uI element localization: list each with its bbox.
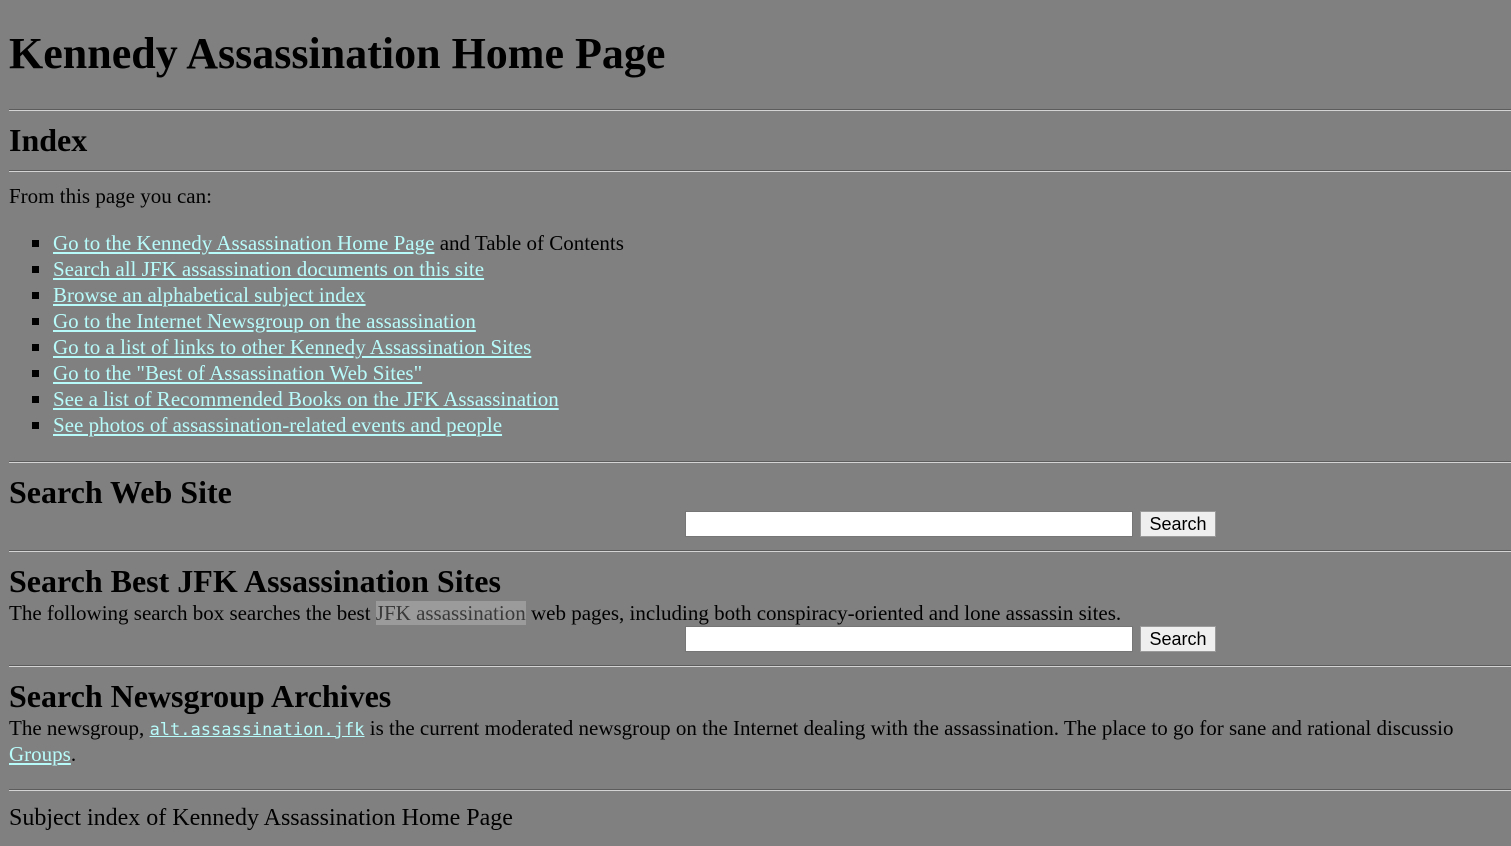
index-link-list: Go to the Kennedy Assassination Home Pag… [9, 230, 624, 438]
bullet-icon [32, 370, 39, 377]
bullet-icon [32, 266, 39, 273]
page-title: Kennedy Assassination Home Page [9, 29, 666, 78]
subject-index-caption: Subject index of Kennedy Assassination H… [9, 805, 513, 831]
description-text: The following search box searches the be… [9, 601, 376, 625]
newsgroup-continued: Groups. [9, 741, 76, 767]
link-suffix: and Table of Contents [434, 231, 624, 255]
index-intro: From this page you can: [9, 184, 212, 208]
list-item: Go to the Kennedy Assassination Home Pag… [9, 230, 624, 256]
list-item: See a list of Recommended Books on the J… [9, 386, 624, 412]
newsgroup-heading: Search Newsgroup Archives [9, 678, 392, 714]
divider [9, 665, 1511, 667]
bullet-icon [32, 422, 39, 429]
divider [9, 461, 1511, 463]
search-best-input[interactable] [685, 626, 1133, 652]
list-item: Search all JFK assassination documents o… [9, 256, 624, 282]
newsgroup-text: The newsgroup, [9, 716, 150, 740]
divider [9, 109, 1511, 111]
search-site-input[interactable] [685, 511, 1133, 537]
bullet-icon [32, 240, 39, 247]
search-best-button[interactable]: Search [1140, 626, 1216, 652]
list-item: Go to the "Best of Assassination Web Sit… [9, 360, 624, 386]
bullet-icon [32, 318, 39, 325]
list-item: Go to the Internet Newsgroup on the assa… [9, 308, 624, 334]
search-best-description: The following search box searches the be… [9, 600, 1121, 626]
newsgroup-description: The newsgroup, alt.assassination.jfk is … [9, 715, 1453, 743]
divider [9, 789, 1511, 791]
link-photos[interactable]: See photos of assassination-related even… [53, 413, 502, 437]
link-best-sites[interactable]: Go to the "Best of Assassination Web Sit… [53, 361, 422, 385]
link-recommended-books[interactable]: See a list of Recommended Books on the J… [53, 387, 559, 411]
bullet-icon [32, 344, 39, 351]
newsgroup-text: is the current moderated newsgroup on th… [364, 716, 1454, 740]
list-item: Browse an alphabetical subject index [9, 282, 624, 308]
link-search-documents[interactable]: Search all JFK assassination documents o… [53, 257, 484, 281]
bullet-icon [32, 292, 39, 299]
groups-link[interactable]: Groups [9, 742, 71, 766]
link-subject-index[interactable]: Browse an alphabetical subject index [53, 283, 366, 307]
link-home-page[interactable]: Go to the Kennedy Assassination Home Pag… [53, 231, 434, 255]
newsgroup-link[interactable]: alt.assassination.jfk [150, 720, 365, 740]
divider [9, 550, 1511, 552]
bullet-icon [32, 396, 39, 403]
page: Kennedy Assassination Home Page Index Fr… [9, 0, 1511, 846]
list-item: Go to a list of links to other Kennedy A… [9, 334, 624, 360]
search-site-heading: Search Web Site [9, 474, 232, 510]
groups-suffix: . [70, 742, 77, 766]
list-item: See photos of assassination-related even… [9, 412, 624, 438]
description-text: web pages, including both conspiracy-ori… [525, 601, 1122, 625]
index-heading: Index [9, 122, 88, 158]
link-other-sites[interactable]: Go to a list of links to other Kennedy A… [53, 335, 531, 359]
search-best-heading: Search Best JFK Assassination Sites [9, 563, 501, 599]
highlighted-term: JFK assassination [375, 601, 526, 625]
divider [9, 170, 1511, 172]
link-newsgroup[interactable]: Go to the Internet Newsgroup on the assa… [53, 309, 476, 333]
search-site-button[interactable]: Search [1140, 511, 1216, 537]
